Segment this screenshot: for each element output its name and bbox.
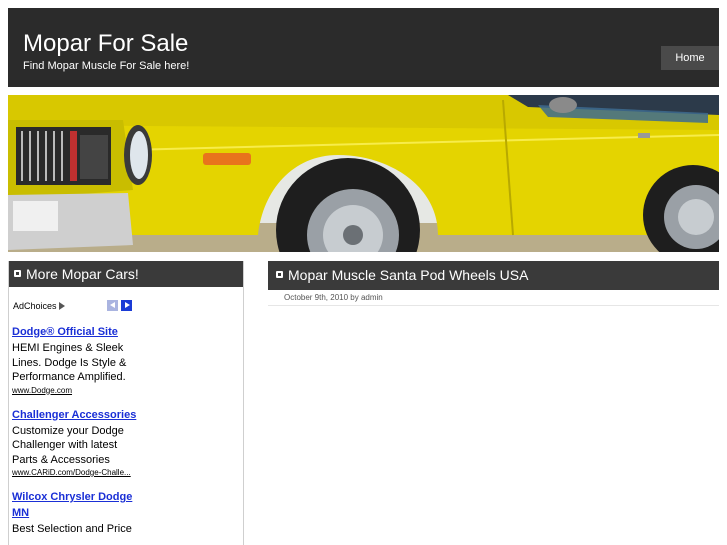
ad-title-link[interactable]: Wilcox Chrysler Dodge MN [12,489,142,521]
post-heading: Mopar Muscle Santa Pod Wheels USA [268,261,719,290]
sidebar-heading: More Mopar Cars! [9,261,243,287]
post-title-link[interactable]: Mopar Muscle Santa Pod Wheels USA [288,267,528,283]
ad-item: Wilcox Chrysler Dodge MN Best Selection … [12,489,142,537]
header-banner-image [8,95,719,252]
ad-item: Challenger Accessories Customize your Do… [12,407,142,480]
ad-prev-button[interactable] [107,300,118,311]
adchoices-text: AdChoices [13,301,57,311]
sidebar-heading-text: More Mopar Cars! [26,266,139,282]
ad-body: Customize your Dodge Challenger with lat… [12,424,124,466]
site-header: Mopar For Sale Find Mopar Muscle For Sal… [8,8,719,87]
divider [268,305,719,306]
ad-body: Best Selection and Price [12,523,132,535]
ad-title-link[interactable]: Dodge® Official Site [12,324,142,340]
ad-list: Dodge® Official Site HEMI Engines & Slee… [12,324,142,545]
bullet-icon [276,271,283,278]
main-content: Mopar Muscle Santa Pod Wheels USA Octobe… [268,261,719,302]
post-meta: October 9th, 2010 by admin [284,293,383,302]
nav-home-link[interactable]: Home [661,46,719,70]
bullet-icon [14,270,21,277]
adchoices-icon [58,302,65,310]
site-description: Find Mopar Muscle For Sale here! [23,60,190,72]
adchoices-label[interactable]: AdChoices [13,301,65,311]
ad-title-link[interactable]: Challenger Accessories [12,407,142,423]
ad-url-link[interactable]: www.CARiD.com/Dodge-Challe... [12,467,142,479]
ad-url-link[interactable]: www.Dodge.com [12,385,142,397]
site-title[interactable]: Mopar For Sale [23,30,188,58]
ad-next-button[interactable] [121,300,132,311]
sidebar: More Mopar Cars! AdChoices Dodge® Offici… [8,261,244,545]
ad-item: Dodge® Official Site HEMI Engines & Slee… [12,324,142,397]
ad-body: HEMI Engines & Sleek Lines. Dodge Is Sty… [12,342,127,383]
